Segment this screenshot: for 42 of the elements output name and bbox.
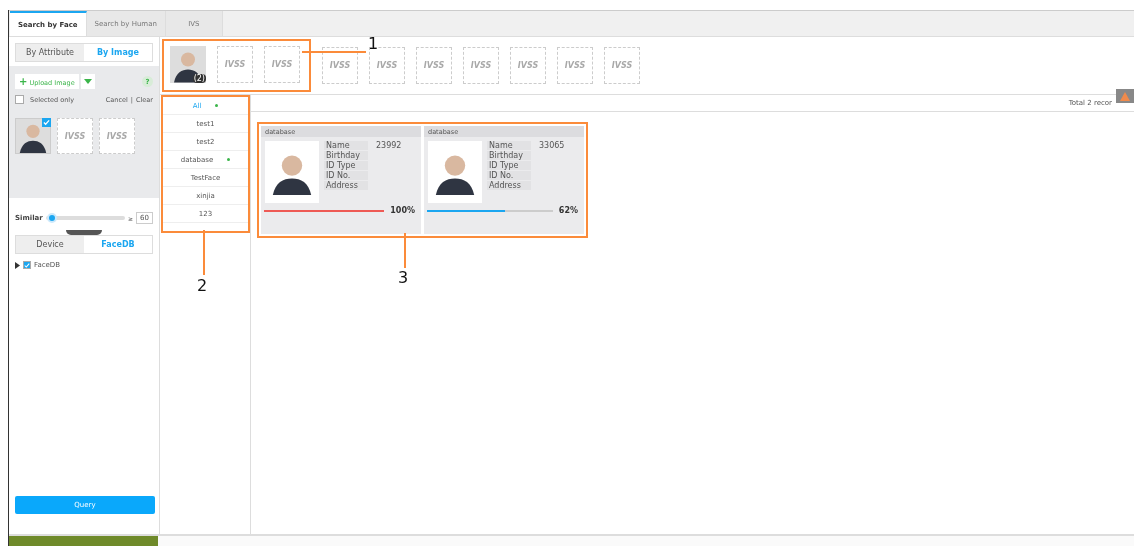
checkbox[interactable] (15, 95, 24, 104)
collapse-handle[interactable] (66, 230, 102, 235)
field-label: Name (487, 141, 531, 150)
empty-slot[interactable]: IVSS (264, 46, 300, 83)
caret-icon (83, 79, 92, 84)
field-value: 33065 (539, 141, 565, 150)
empty-slot[interactable]: IVSS (510, 47, 546, 84)
empty-slot[interactable]: IVSS (416, 47, 452, 84)
empty-slot[interactable]: IVSS (57, 118, 93, 154)
empty-slot[interactable]: IVSS (99, 118, 135, 154)
field-label: Birthday (487, 151, 531, 160)
empty-slot[interactable]: IVSS (463, 47, 499, 84)
callout-number: 3 (398, 268, 409, 287)
field-label: Address (324, 181, 368, 190)
callout-number: 2 (197, 276, 208, 295)
field-label: ID No. (324, 171, 368, 180)
similarity-score: 100% (390, 206, 415, 215)
checkbox[interactable] (42, 118, 51, 127)
field-label: ID Type (324, 161, 368, 170)
dropdown-button[interactable] (80, 74, 95, 89)
count-badge: (2) (192, 74, 206, 83)
source-tab[interactable]: Device (16, 236, 84, 253)
photo-placeholder[interactable]: (2) (170, 46, 206, 83)
field-label: ID No. (487, 171, 531, 180)
field-value: 23992 (376, 141, 402, 150)
warning-icon (1120, 91, 1130, 101)
similarity-slider[interactable] (45, 216, 126, 220)
checkbox[interactable] (23, 261, 31, 269)
field-label: ID Type (487, 161, 531, 170)
empty-slot[interactable]: IVSS (557, 47, 593, 84)
photo-placeholder[interactable] (15, 118, 51, 154)
expand-arrow-icon[interactable] (15, 261, 20, 269)
mode-tab[interactable]: By Attribute (16, 44, 84, 61)
field-label: Name (324, 141, 368, 150)
empty-slot[interactable]: IVSS (322, 47, 358, 84)
field-label: Birthday (324, 151, 368, 160)
slider-thumb[interactable] (47, 213, 58, 223)
similarity-score: 62% (558, 206, 578, 215)
field-label: Address (487, 181, 531, 190)
empty-slot[interactable]: IVSS (604, 47, 640, 84)
empty-slot[interactable]: IVSS (217, 46, 253, 83)
alarm-button[interactable] (1116, 89, 1134, 103)
